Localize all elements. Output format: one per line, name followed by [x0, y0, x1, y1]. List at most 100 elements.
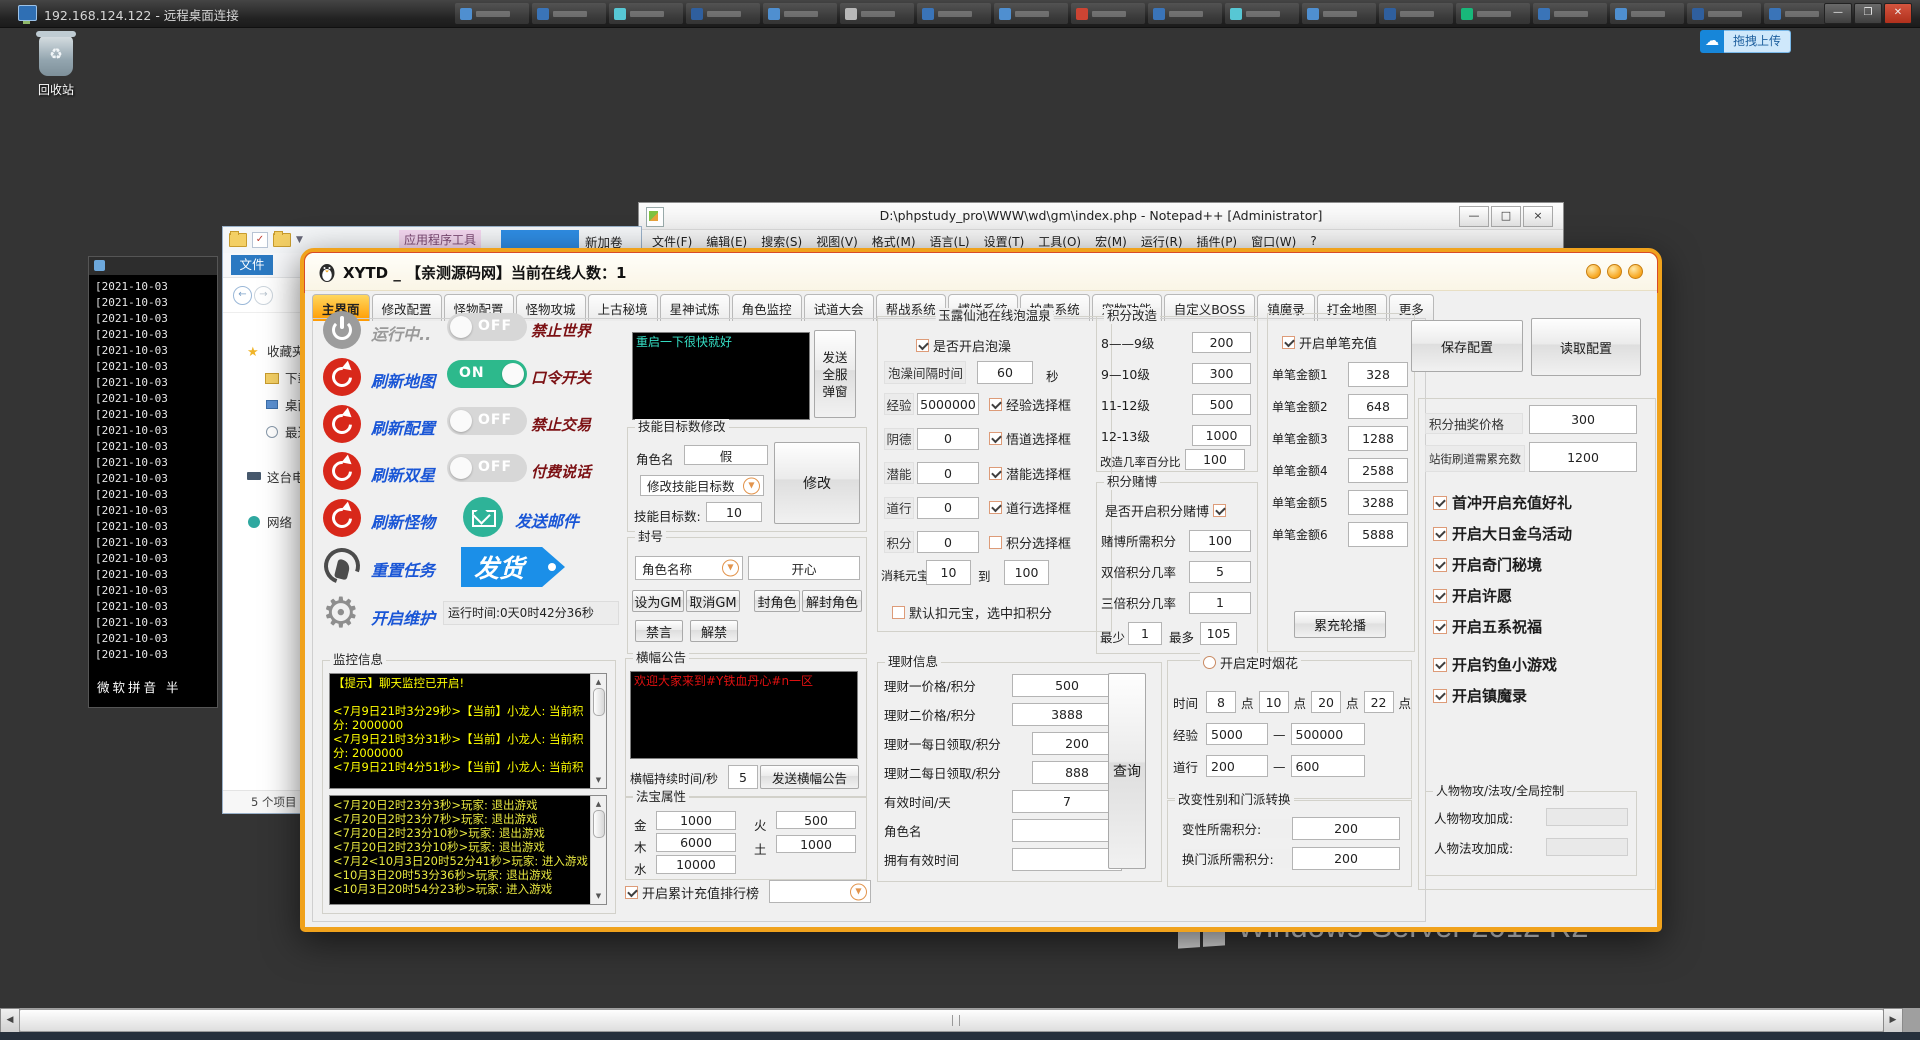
- unmute-button[interactable]: 解禁: [690, 620, 738, 642]
- reset-task-icon[interactable]: [323, 547, 361, 585]
- send-banner-button[interactable]: 发送横幅公告: [760, 765, 859, 789]
- load-config-button[interactable]: 读取配置: [1531, 318, 1641, 376]
- value-input[interactable]: 5000000: [917, 393, 979, 415]
- feature-checkbox[interactable]: 开启镇魔录: [1433, 680, 1645, 711]
- recycle-bin-icon[interactable]: 回收站: [26, 36, 86, 98]
- amount-input[interactable]: 648: [1348, 394, 1408, 419]
- taskbar-item[interactable]: [686, 3, 760, 24]
- gm-tab[interactable]: 试道大会: [804, 294, 874, 321]
- role-name-input[interactable]: 假: [684, 445, 768, 465]
- taskbar-item[interactable]: [763, 3, 837, 24]
- skill-target-input[interactable]: 10: [706, 502, 762, 522]
- forward-icon[interactable]: →: [254, 286, 273, 305]
- value-input[interactable]: 300: [1192, 363, 1251, 384]
- menu-item[interactable]: 语言(L): [923, 233, 977, 250]
- console-titlebar[interactable]: [89, 257, 217, 275]
- value-input[interactable]: 200: [1192, 332, 1251, 353]
- ban-role-button[interactable]: 封角色: [754, 590, 800, 612]
- amount-input[interactable]: 2588: [1348, 458, 1408, 483]
- scrollbar[interactable]: [590, 674, 606, 788]
- menu-item[interactable]: 运行(R): [1134, 233, 1190, 250]
- street-recharge-input[interactable]: 1200: [1529, 442, 1637, 472]
- carousel-button[interactable]: 累充轮播: [1294, 611, 1386, 638]
- quick-access-toolbar[interactable]: ✓ ▼: [229, 232, 303, 248]
- taskbar-item[interactable]: [840, 3, 914, 24]
- set-gm-button[interactable]: 设为GM: [632, 590, 684, 612]
- gm-tool-window[interactable]: XYTD _ 【亲测源码网】当前在线人数：1 主界面修改配置怪物配置怪物攻城上古…: [300, 248, 1662, 932]
- minimize-icon[interactable]: —: [1459, 206, 1489, 227]
- value-input[interactable]: [1012, 848, 1122, 871]
- unban-role-button[interactable]: 解封角色: [802, 590, 862, 612]
- fire-input[interactable]: 500: [776, 811, 856, 829]
- close-icon[interactable]: [1628, 264, 1643, 279]
- select-checkbox[interactable]: 积分选择框: [989, 533, 1071, 552]
- enable-fireworks-radio[interactable]: 开启定时烟花: [1200, 653, 1301, 672]
- paid-chat-toggle[interactable]: OFF: [447, 454, 527, 482]
- back-icon[interactable]: ←: [233, 286, 252, 305]
- feature-checkbox[interactable]: 首冲开启充值好礼: [1433, 487, 1645, 518]
- maximize-icon[interactable]: □: [1491, 206, 1521, 227]
- refresh-icon[interactable]: [323, 452, 361, 490]
- lottery-price-input[interactable]: 300: [1529, 405, 1637, 434]
- feature-checkbox[interactable]: 开启奇门秘境: [1433, 549, 1645, 580]
- feature-checkbox[interactable]: 开启大日金乌活动: [1433, 518, 1645, 549]
- scroll-right-icon[interactable]: ▶: [1883, 1008, 1903, 1034]
- taskbar-item[interactable]: [1379, 3, 1453, 24]
- taskbar-item[interactable]: [1071, 3, 1145, 24]
- dao-min-input[interactable]: 200: [1206, 755, 1268, 777]
- hour-input[interactable]: 22: [1364, 691, 1394, 713]
- select-checkbox[interactable]: 悟道选择框: [989, 429, 1071, 448]
- refresh-icon[interactable]: [323, 499, 361, 537]
- contextual-tab-label[interactable]: 应用程序工具: [399, 230, 481, 250]
- value-input[interactable]: [1012, 819, 1122, 842]
- value-input[interactable]: [1546, 808, 1628, 826]
- trade-ban-toggle[interactable]: OFF: [447, 407, 527, 435]
- wood-input[interactable]: 6000: [656, 833, 736, 852]
- save-config-button[interactable]: 保存配置: [1411, 320, 1523, 372]
- taskbar-item[interactable]: [1225, 3, 1299, 24]
- maximize-icon[interactable]: [1607, 264, 1622, 279]
- scroll-left-icon[interactable]: ◀: [0, 1008, 20, 1034]
- amount-input[interactable]: 3288: [1348, 490, 1408, 515]
- player-monitor-log[interactable]: <7月20日2时23分3秒>玩家: 退出游戏<7月20日2时23分7秒>玩家: …: [329, 795, 607, 905]
- menu-item[interactable]: 搜索(S): [754, 233, 809, 250]
- rank-dropdown[interactable]: ▼: [769, 880, 871, 903]
- menu-item[interactable]: 窗口(W): [1244, 233, 1303, 250]
- bath-interval-input[interactable]: 60: [977, 361, 1033, 384]
- file-menu-button[interactable]: 文件: [231, 255, 273, 275]
- taskbar-item[interactable]: [917, 3, 991, 24]
- taskbar-item[interactable]: [609, 3, 683, 24]
- value-input[interactable]: 1: [1189, 592, 1251, 614]
- console-window[interactable]: [2021-10-03[2021-10-03[2021-10-03[2021-1…: [88, 256, 218, 708]
- select-checkbox[interactable]: 经验选择框: [989, 395, 1071, 414]
- password-switch-toggle[interactable]: ON: [447, 360, 527, 388]
- ban-role-dropdown[interactable]: 角色名称▼: [635, 556, 743, 580]
- value-input[interactable]: 200: [1292, 817, 1400, 840]
- restore-icon[interactable]: ❐: [1854, 3, 1882, 24]
- unset-gm-button[interactable]: 取消GM: [686, 590, 740, 612]
- menu-item[interactable]: 编辑(E): [699, 233, 754, 250]
- chevron-down-icon[interactable]: ▼: [296, 235, 303, 245]
- notepad-titlebar[interactable]: D:\phpstudy_pro\WWW\wd\gm\index.php - No…: [639, 203, 1563, 230]
- exp-min-input[interactable]: 5000: [1206, 723, 1268, 745]
- taskbar-item[interactable]: [1687, 3, 1761, 24]
- feature-checkbox[interactable]: 开启许愿: [1433, 580, 1645, 611]
- ship-goods-button[interactable]: 发货: [461, 547, 565, 587]
- taskbar-item[interactable]: [532, 3, 606, 24]
- earth-input[interactable]: 1000: [776, 835, 856, 853]
- menu-item[interactable]: 文件(F): [645, 233, 699, 250]
- mute-button[interactable]: 禁言: [635, 620, 683, 642]
- min-input[interactable]: 1: [1128, 622, 1162, 645]
- mail-icon[interactable]: [463, 497, 503, 537]
- send-popup-button[interactable]: 发送全服弹窗: [814, 330, 856, 418]
- banner-text-input[interactable]: 欢迎大家来到#Y铁血丹心#n一区: [630, 671, 858, 759]
- popup-notice-input[interactable]: 重启一下很快就好: [632, 332, 810, 420]
- enable-bath-checkbox[interactable]: 是否开启泡澡: [916, 336, 1011, 355]
- value-input[interactable]: 0: [917, 531, 979, 553]
- recharge-rank-checkbox[interactable]: 开启累计充值排行榜: [625, 883, 759, 902]
- menu-item[interactable]: ?: [1303, 234, 1323, 248]
- water-input[interactable]: 10000: [656, 855, 736, 874]
- dao-max-input[interactable]: 600: [1291, 755, 1365, 777]
- query-button[interactable]: 查询: [1108, 673, 1146, 869]
- rdp-horizontal-scrollbar[interactable]: ◀ ▶: [0, 1008, 1920, 1032]
